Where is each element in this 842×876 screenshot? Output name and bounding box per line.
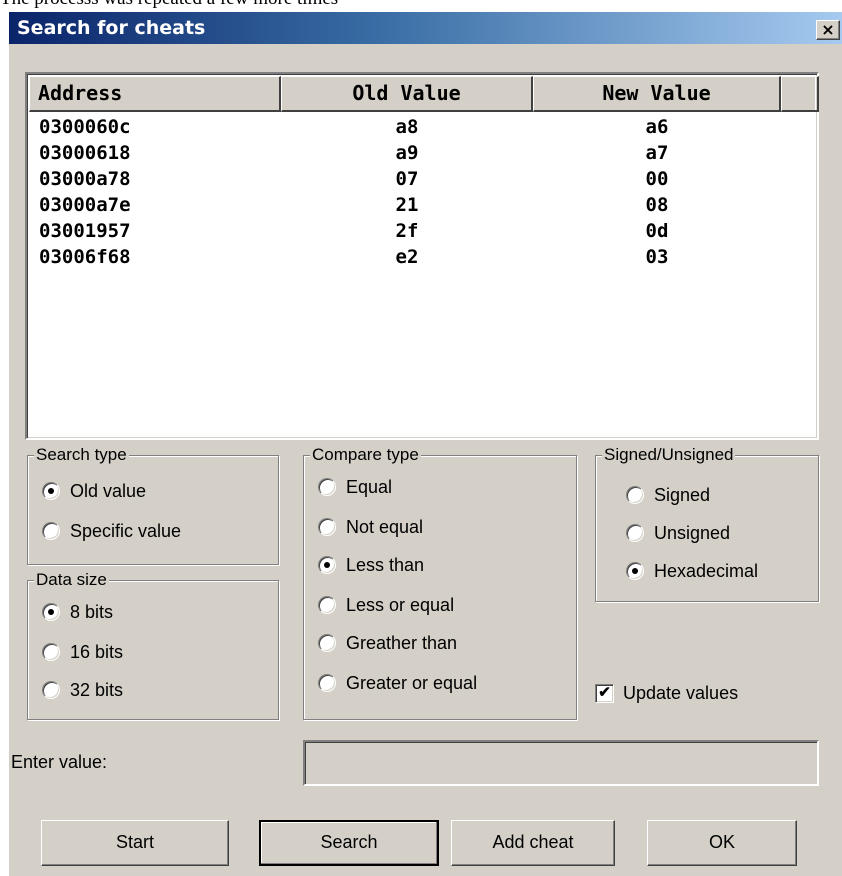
list-row[interactable]: 03000a7e 21 08 — [29, 192, 815, 218]
radio-label: Greater or equal — [346, 673, 478, 693]
compare-type-group: Compare type Equal Not equal Less than L… — [303, 444, 577, 720]
radio-label: Not equal — [346, 517, 424, 537]
enter-value-label: Enter value: — [11, 752, 108, 772]
radio-label: Old value — [70, 481, 147, 501]
search-button[interactable]: Search — [259, 820, 439, 866]
list-header: Address Old Value New Value — [29, 76, 819, 112]
cell-address: 0300060c — [39, 116, 131, 138]
radio-button[interactable] — [318, 674, 336, 692]
close-button[interactable]: × — [816, 20, 840, 40]
signed-unsigned-group: Signed/Unsigned Signed Unsigned Hexadeci… — [595, 444, 819, 602]
results-list[interactable]: Address Old Value New Value 0300060c a8 … — [25, 72, 819, 440]
radio-label: Less than — [346, 555, 425, 575]
radio-label: Specific value — [70, 521, 182, 541]
cell-new-value: 03 — [645, 246, 669, 268]
cell-address: 03001957 — [39, 220, 131, 242]
cell-old-value: a9 — [395, 142, 419, 164]
cell-address: 03000a7e — [39, 194, 131, 216]
cell-old-value: e2 — [395, 246, 419, 268]
cell-old-value: a8 — [395, 116, 419, 138]
cell-old-value: 07 — [395, 168, 419, 190]
list-row[interactable]: 03000618 a9 a7 — [29, 140, 815, 166]
radio-button[interactable] — [42, 643, 60, 661]
radio-button-selected[interactable] — [42, 603, 60, 621]
checkbox-label: Update values — [623, 683, 739, 703]
radio-label: Greather than — [346, 633, 458, 653]
caption-text: The processs was repeated a few more tim… — [0, 0, 338, 10]
window-title: Search for cheats — [17, 17, 206, 39]
signed-unsigned-legend: Signed/Unsigned — [602, 444, 736, 466]
value-input[interactable] — [303, 740, 819, 786]
cell-new-value: a7 — [645, 142, 669, 164]
radio-button[interactable] — [318, 634, 336, 652]
compare-type-legend: Compare type — [310, 444, 421, 466]
radio-label: 32 bits — [70, 680, 124, 700]
start-button[interactable]: Start — [41, 820, 229, 866]
radio-label: 8 bits — [70, 602, 114, 622]
radio-label: Signed — [654, 485, 711, 505]
data-size-legend: Data size — [34, 569, 109, 591]
radio-button[interactable] — [318, 518, 336, 536]
add-cheat-button[interactable]: Add cheat — [451, 820, 615, 866]
list-row[interactable]: 03001957 2f 0d — [29, 218, 815, 244]
column-header-new-value[interactable]: New Value — [533, 76, 781, 112]
cell-new-value: 08 — [645, 194, 669, 216]
cell-new-value: a6 — [645, 116, 669, 138]
radio-button[interactable] — [318, 596, 336, 614]
data-size-group: Data size 8 bits 16 bits 32 bits — [27, 569, 279, 720]
list-rows: 0300060c a8 a6 03000618 a9 a7 03000a78 0… — [29, 114, 815, 270]
radio-label: Hexadecimal — [654, 561, 759, 581]
radio-button[interactable] — [42, 522, 60, 540]
cell-new-value: 00 — [645, 168, 669, 190]
column-header-old-value[interactable]: Old Value — [281, 76, 533, 112]
column-header-address[interactable]: Address — [29, 76, 281, 112]
cell-address: 03000a78 — [39, 168, 131, 190]
radio-button-selected[interactable] — [42, 482, 60, 500]
list-row[interactable]: 03000a78 07 00 — [29, 166, 815, 192]
list-row[interactable]: 03006f68 e2 03 — [29, 244, 815, 270]
checkbox-checked[interactable]: ✔ — [595, 684, 614, 703]
radio-button[interactable] — [42, 681, 60, 699]
title-bar[interactable]: Search for cheats × — [9, 12, 842, 44]
search-type-group: Search type Old value Specific value — [27, 444, 279, 565]
ok-button[interactable]: OK — [647, 820, 797, 866]
search-type-legend: Search type — [34, 444, 129, 466]
radio-button[interactable] — [626, 524, 644, 542]
cell-address: 03006f68 — [39, 246, 131, 268]
cell-old-value: 21 — [395, 194, 419, 216]
cell-new-value: 0d — [645, 220, 669, 242]
list-row[interactable]: 0300060c a8 a6 — [29, 114, 815, 140]
radio-label: Equal — [346, 477, 393, 497]
radio-button-selected[interactable] — [318, 556, 336, 574]
radio-button[interactable] — [626, 486, 644, 504]
radio-label: Unsigned — [654, 523, 731, 543]
radio-label: Less or equal — [346, 595, 455, 615]
cell-address: 03000618 — [39, 142, 131, 164]
cell-old-value: 2f — [395, 220, 419, 242]
radio-button[interactable] — [318, 478, 336, 496]
radio-button-selected[interactable] — [626, 562, 644, 580]
search-for-cheats-dialog: Search for cheats × Address Old Value Ne… — [8, 12, 842, 876]
column-header-empty[interactable] — [781, 76, 819, 112]
radio-label: 16 bits — [70, 642, 124, 662]
